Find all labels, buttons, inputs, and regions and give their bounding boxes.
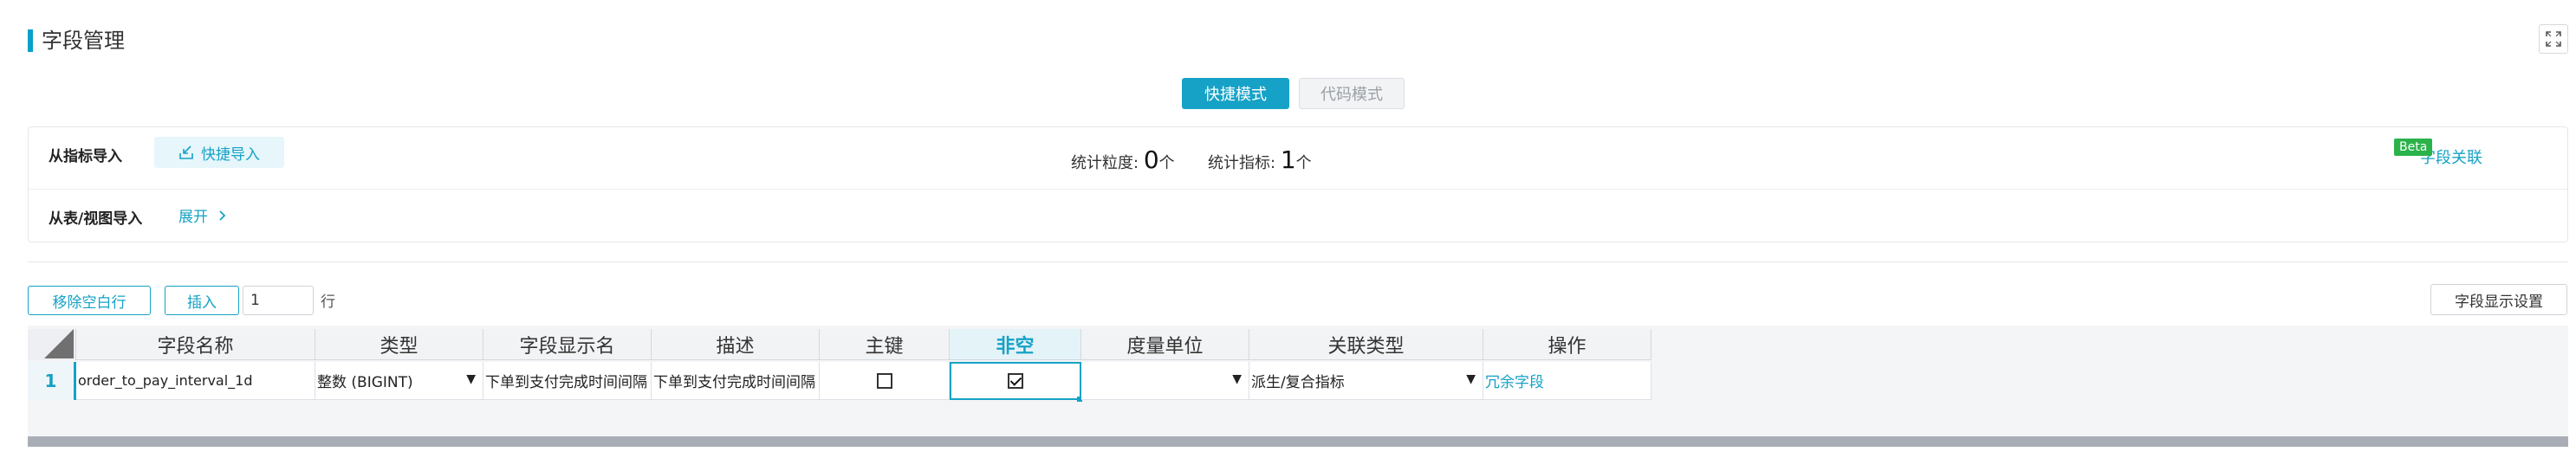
col-header-not-null[interactable]: 非空 [950, 329, 1081, 360]
granularity-unit: 个 [1158, 154, 1175, 172]
insert-count-input[interactable] [243, 286, 314, 315]
col-header-primary-key[interactable]: 主键 [820, 329, 950, 360]
not-null-checkbox[interactable] [1008, 373, 1023, 389]
col-header-action[interactable]: 操作 [1483, 329, 1651, 360]
page-title: 字段管理 [42, 29, 125, 53]
col-header-description[interactable]: 描述 [652, 329, 820, 360]
col-header-type[interactable]: 类型 [315, 329, 483, 360]
dropdown-arrow-icon: ▼ [1466, 372, 1476, 386]
quick-import-label: 快捷导入 [201, 145, 260, 164]
metric-unit: 个 [1295, 154, 1312, 172]
dropdown-arrow-icon: ▼ [1232, 372, 1242, 386]
remove-blank-rows-button[interactable]: 移除空白行 [28, 286, 151, 315]
col-header-field-name[interactable]: 字段名称 [76, 329, 315, 360]
cell-relation-type[interactable]: 派生/复合指标 ▼ [1249, 362, 1483, 400]
col-header-unit[interactable]: 度量单位 [1081, 329, 1249, 360]
cell-display-name[interactable]: 下单到支付完成时间间隔 [483, 362, 652, 400]
horizontal-scrollbar[interactable] [28, 436, 2568, 447]
metric-label: 统计指标: [1208, 154, 1276, 172]
quick-mode-button[interactable]: 快捷模式 [1182, 78, 1289, 109]
metric-stat: 统计指标: 1个 [1208, 145, 1312, 174]
granularity-stat: 统计粒度: 0个 [1071, 145, 1175, 174]
cell-relation-type-value: 派生/复合指标 [1251, 374, 1345, 391]
section-divider [28, 261, 2568, 262]
row-unit-label: 行 [321, 294, 335, 311]
cell-not-null[interactable] [950, 362, 1081, 400]
cell-type-value: 整数 (BIGINT) [317, 374, 413, 391]
fullscreen-button[interactable] [2539, 24, 2568, 54]
granularity-value: 0 [1143, 145, 1159, 174]
quick-import-button[interactable]: 快捷导入 [154, 137, 284, 168]
cell-unit[interactable]: ▼ [1081, 362, 1249, 400]
select-all-corner[interactable] [28, 329, 76, 360]
from-metric-label: 从指标导入 [49, 148, 122, 165]
field-display-settings-button[interactable]: 字段显示设置 [2430, 284, 2567, 315]
granularity-label: 统计粒度: [1071, 154, 1139, 172]
row-number[interactable]: 1 [28, 362, 76, 400]
metric-value: 1 [1280, 145, 1296, 174]
title-accent-bar [28, 29, 33, 52]
dropdown-arrow-icon: ▼ [466, 372, 476, 386]
col-header-relation-type[interactable]: 关联类型 [1249, 329, 1483, 360]
from-table-label: 从表/视图导入 [49, 210, 143, 228]
redundant-field-link[interactable]: 冗余字段 [1485, 370, 1544, 391]
cell-action[interactable]: 冗余字段 [1483, 362, 1651, 400]
expand-icon [2546, 31, 2561, 47]
primary-key-checkbox[interactable] [876, 372, 892, 389]
cell-field-name[interactable]: order_to_pay_interval_1d [76, 362, 315, 400]
insert-button[interactable]: 插入 [165, 286, 239, 315]
cell-type[interactable]: 整数 (BIGINT) ▼ [315, 362, 483, 400]
code-mode-button[interactable]: 代码模式 [1299, 78, 1405, 109]
import-panel [28, 126, 2568, 242]
beta-badge: Beta [2394, 139, 2433, 156]
chevron-right-icon [219, 210, 226, 221]
cell-description[interactable]: 下单到支付完成时间间隔 [652, 362, 820, 400]
cell-primary-key[interactable] [820, 362, 950, 400]
expand-link[interactable]: 展开 [178, 204, 228, 226]
col-header-display-name[interactable]: 字段显示名 [483, 329, 652, 360]
panel-divider [29, 189, 2567, 190]
import-icon [179, 145, 193, 159]
expand-label: 展开 [178, 209, 208, 226]
